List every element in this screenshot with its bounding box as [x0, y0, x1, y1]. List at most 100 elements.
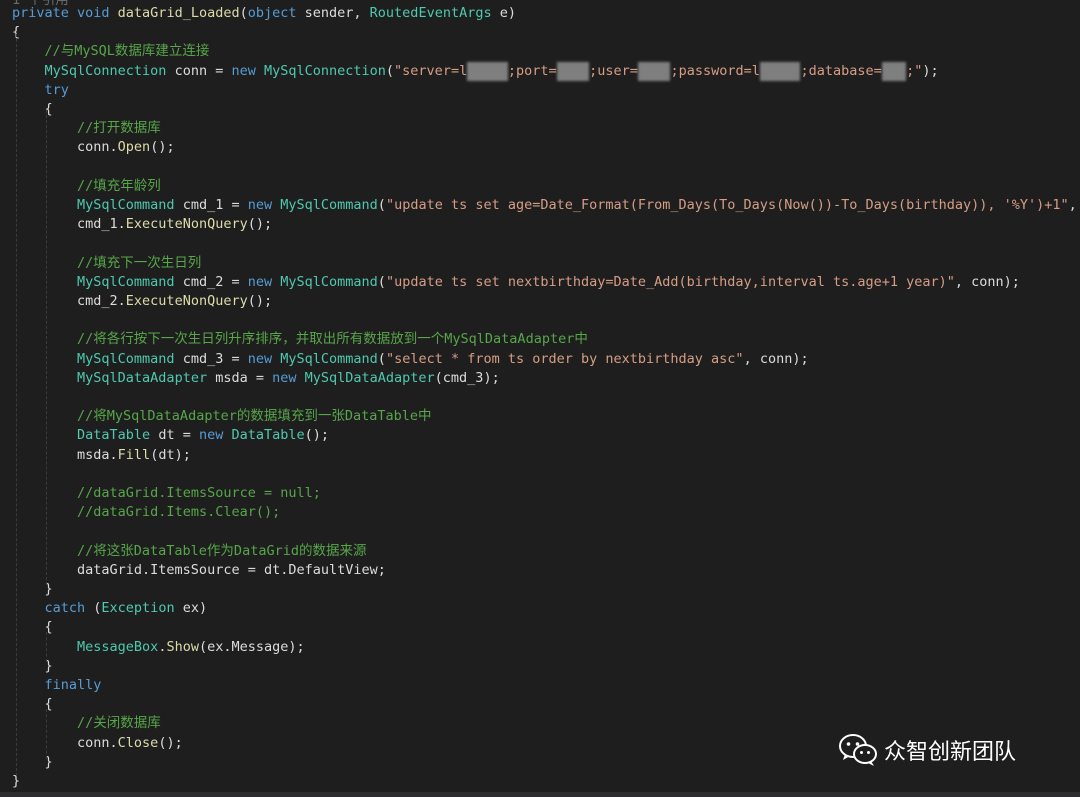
code-token: (	[85, 600, 102, 617]
code-token: Fill	[117, 446, 151, 463]
code-token: //打开数据库	[77, 120, 161, 137]
code-token: "update ts set age=Date_Format(From_Days…	[385, 197, 1069, 213]
code-line[interactable]: conn.Close();	[12, 734, 183, 753]
code-token: DataTable	[77, 427, 151, 444]
code-line[interactable]: //将MySqlDataAdapter的数据填充到一张DataTable中	[12, 407, 431, 426]
code-token: ;"	[906, 62, 923, 79]
code-token: sender,	[296, 5, 370, 21]
code-token: (	[377, 197, 386, 213]
code-token: //填充下一次生日列	[77, 254, 202, 271]
redacted-text: ....	[637, 61, 671, 81]
code-token: conn.	[12, 139, 118, 156]
code-token: cmd_1 =	[174, 197, 248, 213]
code-line[interactable]: MySqlDataAdapter msda = new MySqlDataAda…	[12, 369, 500, 388]
code-token: (dt);	[150, 446, 191, 463]
code-line[interactable]: finally	[12, 676, 102, 695]
code-line[interactable]: //填充下一次生日列	[12, 254, 201, 273]
code-line[interactable]: dataGrid.ItemsSource = dt.DefaultView;	[12, 561, 386, 580]
code-token: //填充年龄列	[77, 177, 161, 194]
redacted-text: ....	[556, 61, 590, 81]
code-token: //将MySqlDataAdapter的数据填充到一张DataTable中	[77, 408, 432, 425]
code-token: cmd_2.	[12, 293, 126, 309]
code-token: Exception	[101, 600, 175, 617]
code-token: RoutedEventArgs	[369, 5, 492, 21]
code-token: dataGrid_Loaded	[117, 5, 240, 21]
indent-guide	[16, 34, 17, 776]
code-token: try	[44, 81, 69, 98]
code-token: MySqlConnection	[44, 62, 167, 79]
redacted-text: ...	[881, 61, 907, 81]
code-line[interactable]: //填充年龄列	[12, 177, 161, 196]
code-token: , conn);	[743, 350, 809, 367]
code-line[interactable]: DataTable dt = new DataTable();	[12, 426, 329, 445]
code-token: ex)	[174, 600, 208, 617]
code-line[interactable]: //关闭数据库	[12, 714, 161, 733]
code-token: ();	[247, 293, 273, 309]
code-token: ();	[304, 427, 330, 444]
code-token: (	[239, 5, 248, 21]
watermark-text: 众智创新团队	[884, 740, 1017, 765]
code-token: conn =	[166, 62, 232, 79]
code-line[interactable]: //dataGrid.ItemsSource = null;	[12, 484, 321, 503]
code-token: MySqlDataAdapter	[304, 369, 435, 386]
code-token: new	[272, 369, 305, 386]
redacted-text: .....	[467, 61, 508, 81]
code-line[interactable]: MySqlCommand cmd_2 = new MySqlCommand("u…	[12, 273, 1020, 292]
indent-guide	[46, 110, 47, 585]
code-line[interactable]: MySqlCommand cmd_3 = new MySqlCommand("s…	[12, 350, 809, 369]
code-line[interactable]: cmd_2.ExecuteNonQuery();	[12, 292, 272, 311]
code-line[interactable]: try	[12, 81, 69, 100]
wechat-icon	[839, 734, 877, 766]
code-token: ;password=l	[670, 62, 760, 79]
code-token: ();	[150, 139, 175, 156]
code-token: DataTable	[231, 427, 305, 444]
code-token: //将这张DataTable作为DataGrid的数据来源	[77, 542, 367, 559]
code-line[interactable]: private void dataGrid_Loaded(object send…	[12, 4, 516, 23]
code-token: , conn);	[1068, 197, 1077, 213]
code-line[interactable]: //dataGrid.Items.Clear();	[12, 503, 280, 522]
code-token: ;user=	[589, 62, 638, 79]
code-line[interactable]: cmd_1.ExecuteNonQuery();	[12, 215, 272, 234]
indent-guide	[46, 709, 47, 759]
code-token: "update ts set nextbirthday=Date_Add(bir…	[385, 273, 955, 290]
code-line[interactable]: MySqlConnection conn = new MySqlConnecti…	[12, 61, 939, 81]
code-line[interactable]: msda.Fill(dt);	[12, 446, 191, 465]
code-line[interactable]: MySqlCommand cmd_1 = new MySqlCommand("u…	[12, 196, 1080, 215]
code-token: MySqlCommand	[77, 273, 175, 290]
code-token: new	[247, 273, 281, 290]
code-line[interactable]: //与MySQL数据库建立连接	[12, 42, 210, 61]
indent-guide	[46, 632, 47, 662]
code-token: (cmd_3);	[434, 369, 500, 386]
code-token: MySqlCommand	[280, 350, 378, 367]
code-token: Open	[117, 139, 151, 156]
code-token: dataGrid.ItemsSource = dt.DefaultView;	[12, 561, 386, 578]
code-token: //与MySQL数据库建立连接	[44, 43, 210, 60]
code-token: //dataGrid.Items.Clear();	[77, 504, 281, 521]
code-editor[interactable]: 1 个引用 private void dataGrid_Loaded(objec…	[0, 0, 1080, 797]
code-token: (	[377, 350, 386, 367]
code-line[interactable]: MessageBox.Show(ex.Message);	[12, 638, 305, 657]
code-token: ();	[247, 216, 273, 233]
code-token: (ex.Message);	[198, 638, 305, 655]
code-token: finally	[44, 677, 102, 693]
code-token: "select * from ts order by nextbirthday …	[385, 350, 744, 367]
code-line[interactable]: //将这张DataTable作为DataGrid的数据来源	[12, 542, 366, 561]
code-token: //dataGrid.ItemsSource = null;	[77, 485, 321, 501]
watermark: 众智创新团队	[838, 730, 1016, 770]
code-line[interactable]: catch (Exception ex)	[12, 599, 208, 618]
redacted-text: .....	[759, 61, 801, 81]
code-token: conn.	[12, 734, 118, 751]
code-line[interactable]: //打开数据库	[12, 119, 161, 138]
code-token: ExecuteNonQuery	[125, 216, 248, 233]
code-token: MySqlDataAdapter	[77, 369, 208, 386]
code-line[interactable]: //将各行按下一次生日列升序排序，并取出所有数据放到一个MySqlDataAda…	[12, 330, 588, 349]
code-line[interactable]: conn.Open();	[12, 138, 175, 157]
